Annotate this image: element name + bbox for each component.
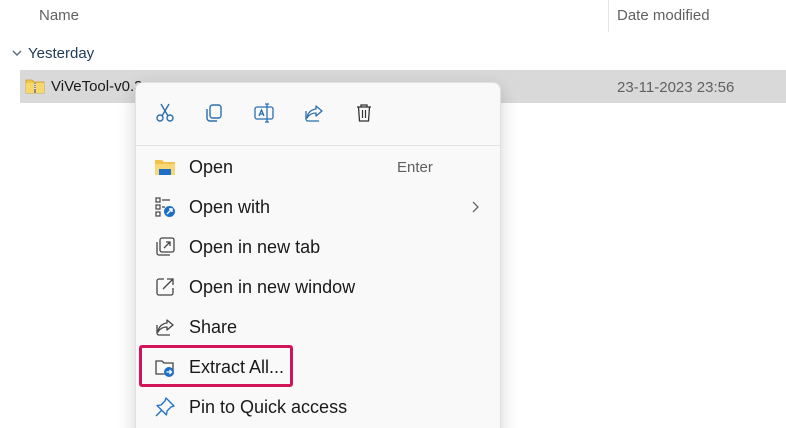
quick-actions-bar [136,83,500,145]
file-date-modified: 23-11-2023 23:56 [617,79,735,96]
open-with-icon [154,196,176,218]
scissors-icon [156,103,174,122]
menu-item-label: Open [189,157,234,177]
column-header: Name Date modified [0,0,786,33]
column-divider[interactable] [608,0,609,32]
rename-button[interactable] [248,97,280,129]
menu-item-open-in-new-tab[interactable]: Open in new tab [140,229,496,265]
group-label: Yesterday [28,44,95,62]
chevron-right-icon [472,201,479,213]
file-explorer-window: Name Date modified Yesterday ViVeTool-v0… [0,0,786,428]
menu-item-label: Pin to Quick access [189,397,348,417]
new-tab-icon [154,236,176,258]
menu-item-label: Open with [189,197,271,217]
cut-button[interactable] [149,97,181,129]
column-date-modified-header[interactable]: Date modified [617,7,710,24]
share-icon [154,316,176,338]
pin-icon [154,396,176,418]
file-name: ViVeTool-v0.3 [51,78,143,95]
group-header-yesterday[interactable]: Yesterday [10,43,94,63]
menu-divider [136,145,500,146]
menu-item-open-in-new-window[interactable]: Open in new window [140,269,496,305]
menu-item-share[interactable]: Share [140,309,496,345]
zip-folder-icon [25,79,45,94]
copy-button[interactable] [198,97,230,129]
menu-item-pin-to-quick-access[interactable]: Pin to Quick access [140,389,496,425]
menu-item-open-with[interactable]: Open with [140,189,496,225]
chevron-down-icon [12,50,22,56]
copy-icon [206,104,222,122]
menu-item-label: Share [189,317,238,337]
delete-button[interactable] [348,97,380,129]
column-name-header[interactable]: Name [39,7,79,24]
folder-icon [154,156,176,178]
menu-item-label: Open in new tab [189,237,321,257]
new-window-icon [154,276,176,298]
menu-item-shortcut: Enter [397,159,433,176]
rename-icon [254,103,274,123]
trash-icon [357,104,371,122]
menu-item-label: Open in new window [189,277,356,297]
share-button[interactable] [298,97,330,129]
share-icon [305,105,323,122]
menu-item-open[interactable]: Open Enter [140,149,496,185]
extract-all-highlight-box [139,345,293,387]
